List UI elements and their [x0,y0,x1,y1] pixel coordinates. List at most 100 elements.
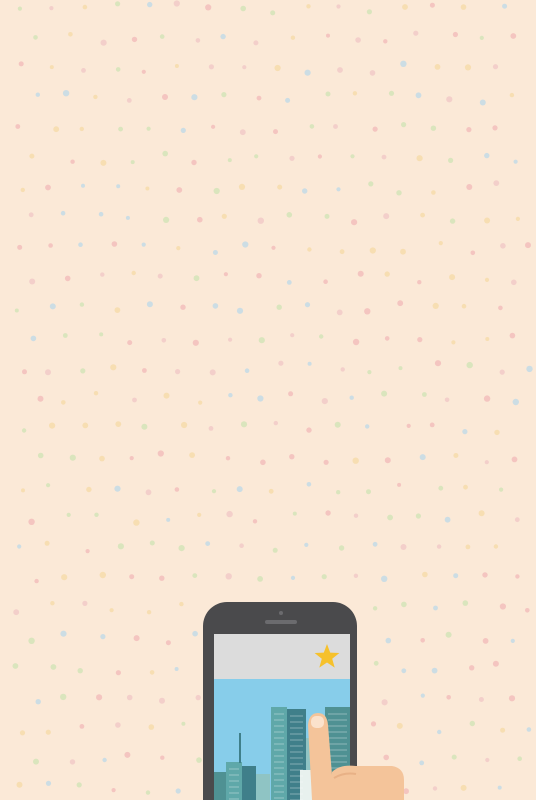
confetti-dot [236,486,243,493]
confetti-dot [82,4,88,10]
confetti-dot [256,273,262,279]
confetti-dot [21,428,27,433]
confetti-dot [513,159,518,164]
confetti-dot [417,337,423,343]
confetti-dot [397,482,402,487]
spire [239,733,241,763]
confetti-dot [254,154,259,159]
confetti-dot [336,309,343,316]
confetti-dot [306,427,312,433]
confetti-dot [372,126,378,132]
confetti-dot [49,6,54,11]
confetti-dot [383,213,390,220]
confetti-dot [483,395,491,402]
confetti-dot [463,484,468,490]
confetti-dot [493,544,499,549]
confetti-dot [189,452,196,458]
confetti-dot [494,429,500,436]
confetti-dot [515,574,520,579]
confetti-dot [49,303,56,310]
confetti-dot [149,540,155,546]
confetti-dot [115,421,122,427]
confetti-dot [355,37,361,43]
confetti-dot [336,4,341,9]
confetti-dot [384,271,390,277]
confetti-dot [276,304,282,310]
confetti-dot [15,124,21,129]
confetti-dot [492,125,498,131]
confetti-dot [129,574,135,580]
hand-palm [332,765,404,800]
confetti-dot [372,606,378,611]
window-stripe [274,791,284,793]
confetti-dot [444,397,450,403]
confetti-dot [401,122,407,128]
confetti-dot [373,660,379,666]
confetti-dot [285,97,291,103]
confetti-dot [500,727,506,733]
confetti-dot [352,91,358,96]
confetti-dot [273,129,278,135]
confetti-dot [431,667,438,674]
confetti-dot [98,211,104,217]
confetti-dot [16,781,23,788]
confetti-dot [94,512,99,517]
confetti-dot [60,210,66,216]
confetti-dot [365,424,370,429]
window-stripe [328,743,347,745]
confetti-dot [17,6,22,11]
confetti-dot [273,420,278,426]
confetti-dot [53,126,60,133]
confetti-dot [510,33,517,39]
confetti-dot [525,242,531,249]
confetti-dot [29,153,35,159]
window-stripe [290,739,303,741]
confetti-dot [289,155,295,161]
confetti-dot [383,39,388,44]
confetti-dot [130,160,135,165]
confetti-dot [109,608,114,613]
confetti-dot [49,65,54,70]
confetti-dot [500,243,506,249]
confetti-dot [192,339,199,346]
confetti-dot [326,33,330,38]
confetti-dot [118,126,123,132]
confetti-dot [239,543,244,548]
confetti-dot [321,574,327,580]
confetti-dot [357,270,364,277]
confetti-dot [453,573,459,579]
confetti-dot [353,573,359,578]
confetti-dot [133,519,140,526]
confetti-dot [211,124,216,129]
confetti-dot [145,489,152,496]
confetti-dot [403,788,409,795]
confetti-dot [37,395,44,402]
confetti-dot [334,421,341,428]
confetti-dot [228,337,233,342]
confetti-dot [129,456,134,461]
confetti-dot [257,576,263,582]
confetti-dot [385,637,392,644]
window-stripe [274,767,284,769]
confetti-dot [271,245,276,250]
confetti-dot [99,332,104,337]
confetti-dot [60,693,67,701]
confetti-dot [453,453,459,458]
confetti-dot [21,488,25,493]
confetti-dot [159,34,165,39]
confetti-dot [132,397,137,403]
confetti-dot [239,129,246,136]
confetti-dot [102,757,107,763]
confetti-dot [323,459,329,465]
confetti-dot [429,2,435,8]
confetti-dot [349,395,354,400]
confetti-dot [514,517,520,523]
confetti-dot [304,542,309,548]
confetti-dot [367,370,372,375]
confetti-dot [449,274,456,281]
confetti-dot [402,4,408,10]
confetti-dot [86,486,92,493]
confetti-dot [321,398,328,405]
confetti-dot [78,242,83,247]
confetti-dot [133,635,140,642]
